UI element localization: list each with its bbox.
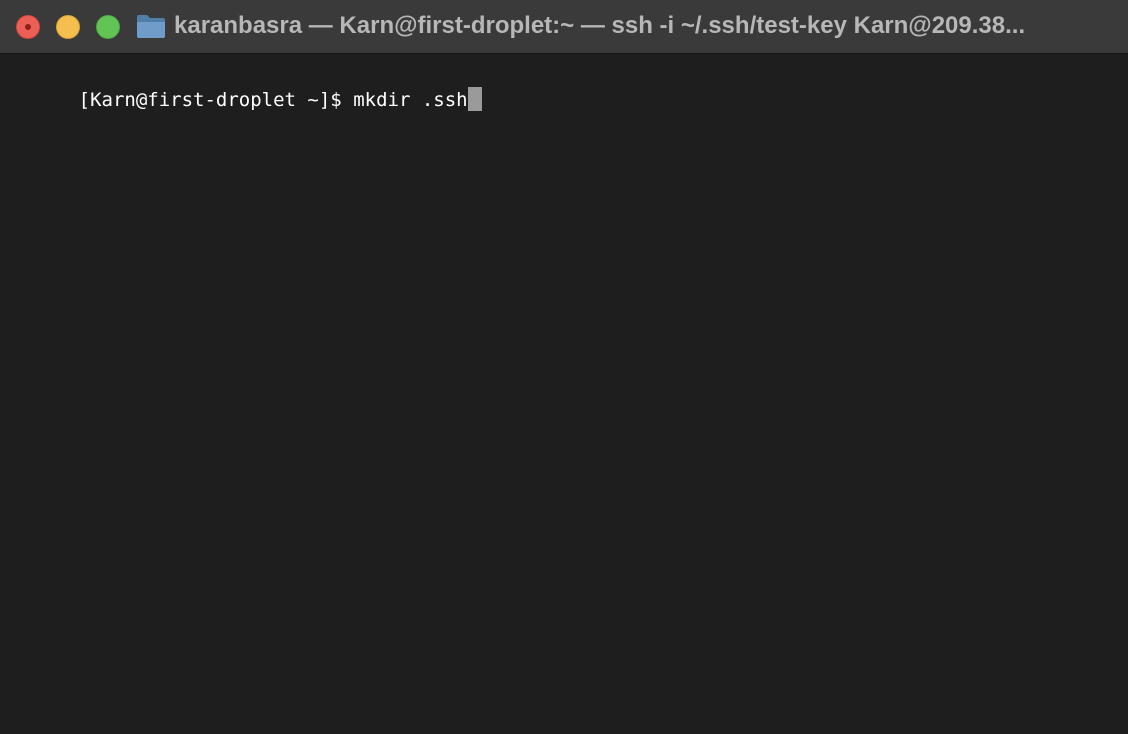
terminal-prompt: [Karn@first-droplet ~]$: [78, 89, 354, 111]
title-bar[interactable]: karanbasra — Karn@first-droplet:~ — ssh …: [0, 0, 1128, 54]
terminal-window: karanbasra — Karn@first-droplet:~ — ssh …: [0, 0, 1128, 734]
minimize-button[interactable]: [56, 15, 80, 39]
terminal-command: mkdir .ssh: [353, 89, 468, 111]
window-title: karanbasra — Karn@first-droplet:~ — ssh …: [174, 12, 1026, 39]
terminal-line: [Karn@first-droplet ~]$ mkdir .ssh: [10, 61, 482, 111]
close-button[interactable]: [16, 15, 40, 39]
maximize-button[interactable]: [96, 15, 120, 39]
folder-icon: [137, 15, 165, 38]
text-cursor: [467, 87, 482, 111]
terminal-content[interactable]: [Karn@first-droplet ~]$ mkdir .ssh: [0, 55, 1128, 734]
